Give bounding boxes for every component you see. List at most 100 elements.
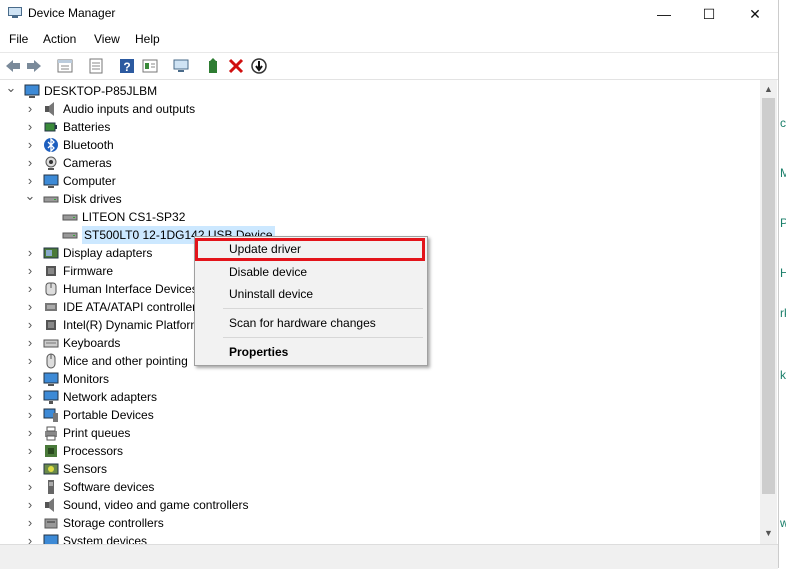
chevron-right-icon[interactable]: › — [23, 334, 37, 352]
tree-item-label: Bluetooth — [63, 138, 114, 152]
chevron-right-icon[interactable]: › — [23, 478, 37, 496]
chevron-right-icon[interactable]: › — [23, 280, 37, 298]
tree-root-computer[interactable]: ⌄ DESKTOP-P85JLBM — [0, 81, 760, 100]
tree-item-label: Audio inputs and outputs — [63, 102, 196, 116]
tree-item-category[interactable]: ⌄ Disk drives — [0, 189, 760, 208]
menu-view[interactable]: View — [94, 32, 120, 46]
chevron-down-icon[interactable]: ⌄ — [4, 81, 18, 100]
scroll-down-icon[interactable]: ▼ — [764, 528, 773, 538]
tree-item-category[interactable]: › Computer — [0, 172, 760, 190]
ctx-scan-hardware[interactable]: Scan for hardware changes — [229, 316, 376, 330]
back-arrow-icon[interactable] — [4, 57, 22, 75]
window-title: Device Manager — [28, 6, 116, 20]
disable-device-icon[interactable] — [250, 57, 268, 75]
vertical-scrollbar[interactable]: ▲ ▼ — [760, 80, 777, 544]
tree-item-category[interactable]: › Monitors — [0, 370, 760, 388]
monitor-icon — [24, 84, 40, 98]
update-driver-icon[interactable] — [204, 57, 222, 75]
ctx-disable-device[interactable]: Disable device — [229, 265, 307, 279]
chevron-down-icon[interactable]: ⌄ — [23, 189, 37, 208]
tree-item-category[interactable]: › Batteries — [0, 118, 760, 136]
disk-icon — [62, 232, 78, 239]
scroll-thumb[interactable] — [762, 98, 775, 494]
hid-icon — [45, 282, 57, 296]
tree-item-category[interactable]: › Print queues — [0, 424, 760, 442]
chevron-right-icon[interactable]: › — [23, 244, 37, 262]
menu-action[interactable]: Action — [43, 32, 76, 46]
chevron-right-icon[interactable]: › — [23, 352, 37, 370]
tree-item-category[interactable]: › Network adapters — [0, 388, 760, 406]
tree-item-category[interactable]: › Storage controllers — [0, 514, 760, 532]
chevron-right-icon[interactable]: › — [23, 514, 37, 532]
close-button[interactable]: ✕ — [732, 0, 778, 28]
tree-item-category[interactable]: › Bluetooth — [0, 136, 760, 154]
tree-item-label: Computer — [63, 174, 116, 188]
tree-item-label: Intel(R) Dynamic Platform — [63, 318, 201, 332]
chevron-right-icon[interactable]: › — [23, 100, 37, 118]
forward-arrow-icon[interactable] — [25, 57, 43, 75]
scroll-up-icon[interactable]: ▲ — [764, 84, 773, 94]
tree-item-label: Network adapters — [63, 390, 158, 404]
chevron-right-icon[interactable]: › — [23, 154, 37, 172]
tree-item-label: Processors — [63, 444, 124, 458]
uninstall-x-icon[interactable] — [227, 57, 245, 75]
speaker-icon — [45, 498, 54, 512]
chevron-right-icon[interactable]: › — [23, 136, 37, 154]
battery-icon — [44, 122, 57, 132]
portable-device-icon — [43, 408, 58, 422]
tree-item-category[interactable]: › Sensors — [0, 460, 760, 478]
tree-item-category[interactable]: › Portable Devices — [0, 406, 760, 424]
tree-item-category[interactable]: › System devices — [0, 532, 760, 544]
chevron-right-icon[interactable]: › — [23, 406, 37, 424]
bg-text-fragment: rk — [780, 306, 786, 320]
keyboard-icon — [43, 339, 59, 348]
tree-item-label: Keyboards — [63, 336, 121, 350]
chip-icon — [46, 266, 56, 276]
tree-item-category[interactable]: › Processors — [0, 442, 760, 460]
storage-controller-icon — [44, 518, 58, 529]
chevron-right-icon[interactable]: › — [23, 424, 37, 442]
disk-icon — [43, 196, 59, 203]
menu-help[interactable]: Help — [135, 32, 160, 46]
bg-text-fragment: M — [780, 166, 786, 180]
tree-item-label: Display adapters — [63, 246, 153, 260]
background-window-strip: ce M Pl H rk k w — [779, 0, 786, 568]
network-icon — [43, 390, 59, 404]
tree-item-category[interactable]: › Audio inputs and outputs — [0, 100, 760, 118]
chevron-right-icon[interactable]: › — [23, 262, 37, 280]
printer-icon — [45, 426, 57, 441]
tree-item-label: Print queues — [63, 426, 131, 440]
help-icon[interactable]: ? — [118, 57, 136, 75]
chevron-right-icon[interactable]: › — [23, 316, 37, 334]
chevron-right-icon[interactable]: › — [23, 460, 37, 478]
tree-item-category[interactable]: › Software devices — [0, 478, 760, 496]
list-view-icon[interactable] — [87, 57, 105, 75]
chevron-right-icon[interactable]: › — [23, 532, 37, 544]
tree-item-label: Software devices — [63, 480, 155, 494]
chevron-right-icon[interactable]: › — [23, 496, 37, 514]
software-device-icon — [48, 480, 54, 494]
scan-monitor-icon[interactable] — [172, 57, 190, 75]
menu-file[interactable]: File — [9, 32, 28, 46]
minimize-button[interactable]: — — [641, 0, 687, 28]
chevron-right-icon[interactable]: › — [23, 442, 37, 460]
maximize-button[interactable]: ☐ — [686, 0, 732, 28]
tree-item-category[interactable]: › Cameras — [0, 154, 760, 172]
tree-item-label: Firmware — [63, 264, 113, 278]
disk-icon — [62, 214, 78, 221]
details-view-icon[interactable] — [141, 57, 159, 75]
ctx-separator — [223, 337, 423, 338]
chevron-right-icon[interactable]: › — [23, 370, 37, 388]
chevron-right-icon[interactable]: › — [23, 388, 37, 406]
bg-text-fragment: ce — [780, 116, 786, 130]
bluetooth-icon — [44, 137, 58, 153]
ctx-separator — [223, 308, 423, 309]
ctx-uninstall-device[interactable]: Uninstall device — [229, 287, 313, 301]
tree-item-label: Cameras — [63, 156, 112, 170]
tree-item-category[interactable]: › Sound, video and game controllers — [0, 496, 760, 514]
ctx-properties[interactable]: Properties — [229, 345, 288, 359]
properties-sheet-icon[interactable] — [56, 57, 74, 75]
tree-item-device[interactable]: LITEON CS1-SP32 — [0, 208, 760, 226]
chevron-right-icon[interactable]: › — [23, 298, 37, 316]
chevron-right-icon[interactable]: › — [23, 118, 37, 136]
